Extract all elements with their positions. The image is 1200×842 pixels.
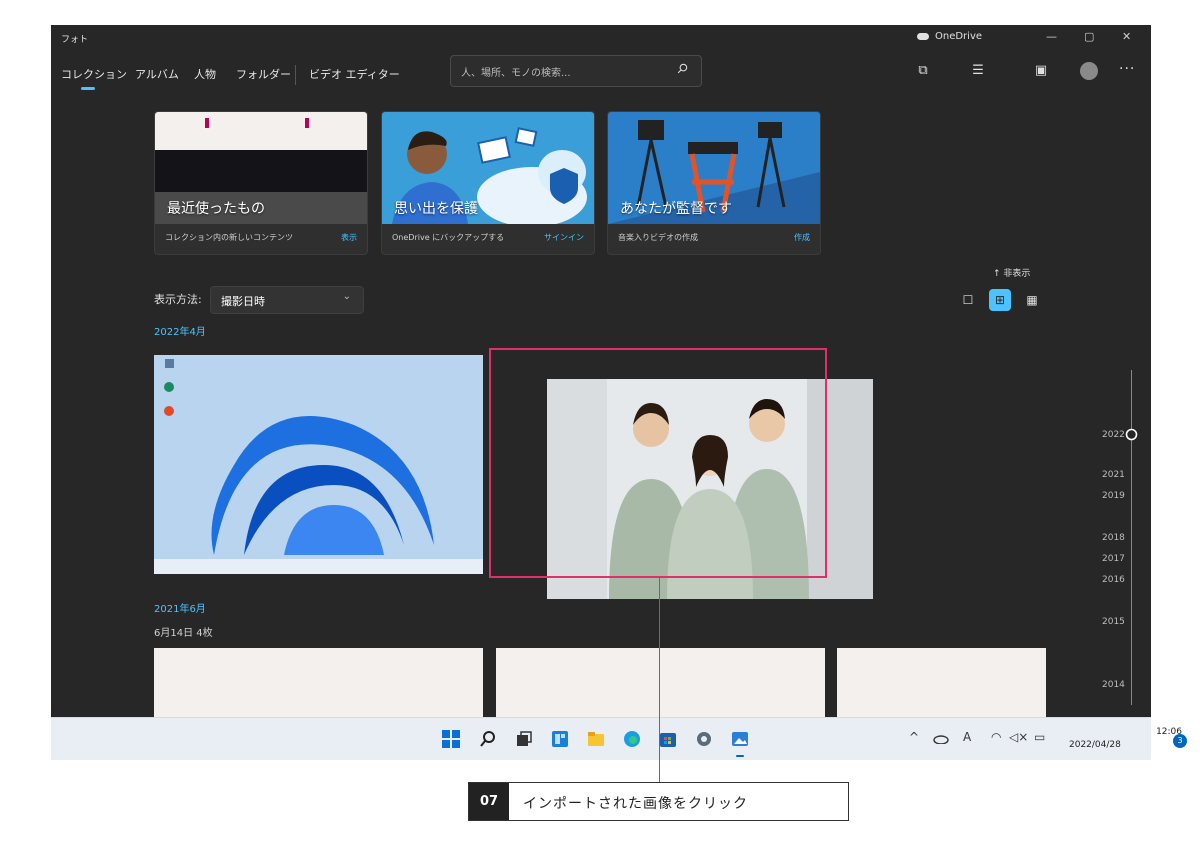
highlight-frame xyxy=(489,348,827,578)
tab-collection[interactable]: コレクション xyxy=(61,66,127,82)
tab-people[interactable]: 人物 xyxy=(194,66,216,82)
active-tab-indicator xyxy=(81,87,95,90)
card-protect[interactable]: 思い出を保護 OneDrive にバックアップする サインイン xyxy=(381,111,595,255)
month-heading: 2022年4月 xyxy=(154,327,206,338)
photo-windows-desktop[interactable] xyxy=(154,355,483,574)
card-action-link[interactable]: サインイン xyxy=(544,232,584,243)
card-director[interactable]: あなたが監督です 音楽入りビデオの作成 作成 xyxy=(607,111,821,255)
onedrive-tray-icon[interactable] xyxy=(933,734,949,744)
timeline-year[interactable]: 2019 xyxy=(1102,491,1125,501)
ime-indicator[interactable]: A xyxy=(963,730,971,744)
clock-time[interactable]: 12:06 xyxy=(1122,727,1182,737)
taskbar: ^ A ◠ ◁× ▭ 12:06 2022/04/28 3 xyxy=(51,717,1187,760)
tab-video-editor[interactable]: ビデオ エディター xyxy=(309,66,400,82)
onedrive-label: OneDrive xyxy=(935,31,983,42)
small-grid-icon[interactable]: ▦ xyxy=(1021,289,1043,311)
search-icon[interactable] xyxy=(479,730,497,748)
timeline-year[interactable]: 2022 xyxy=(1102,430,1125,440)
slideshow-icon[interactable]: ▣ xyxy=(1033,63,1049,79)
title-bar: フォト OneDrive — ▢ ✕ xyxy=(51,25,1151,53)
windows-wallpaper-image xyxy=(154,355,483,574)
select-icon[interactable]: ☰ xyxy=(970,63,986,79)
tray-chevron-icon[interactable]: ^ xyxy=(909,730,919,744)
card-title: 最近使ったもの xyxy=(167,201,265,217)
widgets-icon[interactable] xyxy=(551,730,569,748)
step-instruction: インポートされた画像をクリック xyxy=(523,796,748,812)
search-input[interactable]: 人、場所、モノの検索... xyxy=(461,64,571,79)
active-app-indicator xyxy=(736,755,744,757)
step-number: 07 xyxy=(469,783,509,820)
close-button[interactable]: ✕ xyxy=(1122,30,1131,43)
store-icon[interactable] xyxy=(659,730,677,748)
timeline-year[interactable]: 2016 xyxy=(1102,575,1125,585)
card-desc: 音楽入りビデオの作成 xyxy=(618,233,698,242)
volume-muted-icon[interactable]: ◁× xyxy=(1009,730,1028,744)
card-desc: OneDrive にバックアップする xyxy=(392,233,505,242)
dropdown-value: 撮影日時 xyxy=(221,295,265,308)
start-icon[interactable] xyxy=(442,730,460,748)
task-view-icon[interactable] xyxy=(515,730,533,748)
card-title: あなたが監督です xyxy=(620,201,732,217)
wifi-icon[interactable]: ◠ xyxy=(991,730,1001,744)
day-heading: 6月14日 4枚 xyxy=(154,628,213,639)
photo-thumb[interactable] xyxy=(154,648,483,717)
tab-folder[interactable]: フォルダー xyxy=(236,66,291,82)
file-explorer-icon[interactable] xyxy=(587,730,605,748)
timeline-year[interactable]: 2015 xyxy=(1102,617,1125,627)
photo-thumb[interactable] xyxy=(496,648,825,717)
nav-divider xyxy=(295,65,296,85)
card-desc: コレクション内の新しいコンテンツ xyxy=(165,233,293,242)
settings-icon[interactable] xyxy=(695,730,713,748)
timeline-year[interactable]: 2014 xyxy=(1102,680,1125,690)
callout-line xyxy=(659,578,660,783)
notification-badge[interactable]: 3 xyxy=(1173,734,1187,748)
battery-icon[interactable]: ▭ xyxy=(1034,730,1045,744)
single-view-icon[interactable]: ☐ xyxy=(957,289,979,311)
photos-icon[interactable] xyxy=(731,730,749,748)
view-by-dropdown[interactable]: 撮影日時 ⌄ xyxy=(210,286,364,314)
minimize-button[interactable]: — xyxy=(1046,30,1057,43)
timeline-year[interactable]: 2017 xyxy=(1102,554,1125,564)
callout-box: 07 インポートされた画像をクリック xyxy=(468,782,849,821)
hide-button[interactable]: ↑ 非表示 xyxy=(993,266,1030,279)
cloud-icon xyxy=(917,33,929,40)
timeline-year[interactable]: 2018 xyxy=(1102,533,1125,543)
clock-date[interactable]: 2022/04/28 xyxy=(1069,740,1121,750)
view-by-label: 表示方法: xyxy=(154,293,202,306)
search-icon[interactable] xyxy=(677,63,688,74)
card-action-link[interactable]: 作成 xyxy=(794,232,810,243)
chevron-down-icon: ⌄ xyxy=(342,291,351,302)
month-heading: 2021年6月 xyxy=(154,604,206,615)
card-title: 思い出を保護 xyxy=(394,201,478,217)
timeline-thumb[interactable] xyxy=(1125,428,1138,441)
more-icon[interactable]: ··· xyxy=(1119,61,1135,77)
card-action-link[interactable]: 表示 xyxy=(341,232,357,243)
account-icon[interactable] xyxy=(1080,62,1098,80)
tab-album[interactable]: アルバム xyxy=(135,66,179,82)
timeline-year[interactable]: 2021 xyxy=(1102,470,1125,480)
photo-thumb[interactable] xyxy=(837,648,1046,717)
card-recent[interactable]: 最近使ったもの コレクション内の新しいコンテンツ 表示 xyxy=(154,111,368,255)
import-icon[interactable]: ⧉ xyxy=(915,63,931,79)
edge-icon[interactable] xyxy=(623,730,641,748)
maximize-button[interactable]: ▢ xyxy=(1084,30,1094,43)
app-title: フォト xyxy=(61,35,89,45)
onedrive-status[interactable]: OneDrive xyxy=(917,31,982,42)
search-box[interactable]: 人、場所、モノの検索... xyxy=(450,55,702,87)
medium-grid-icon[interactable]: ⊞ xyxy=(989,289,1011,311)
timeline-scrubber[interactable] xyxy=(1131,370,1132,705)
